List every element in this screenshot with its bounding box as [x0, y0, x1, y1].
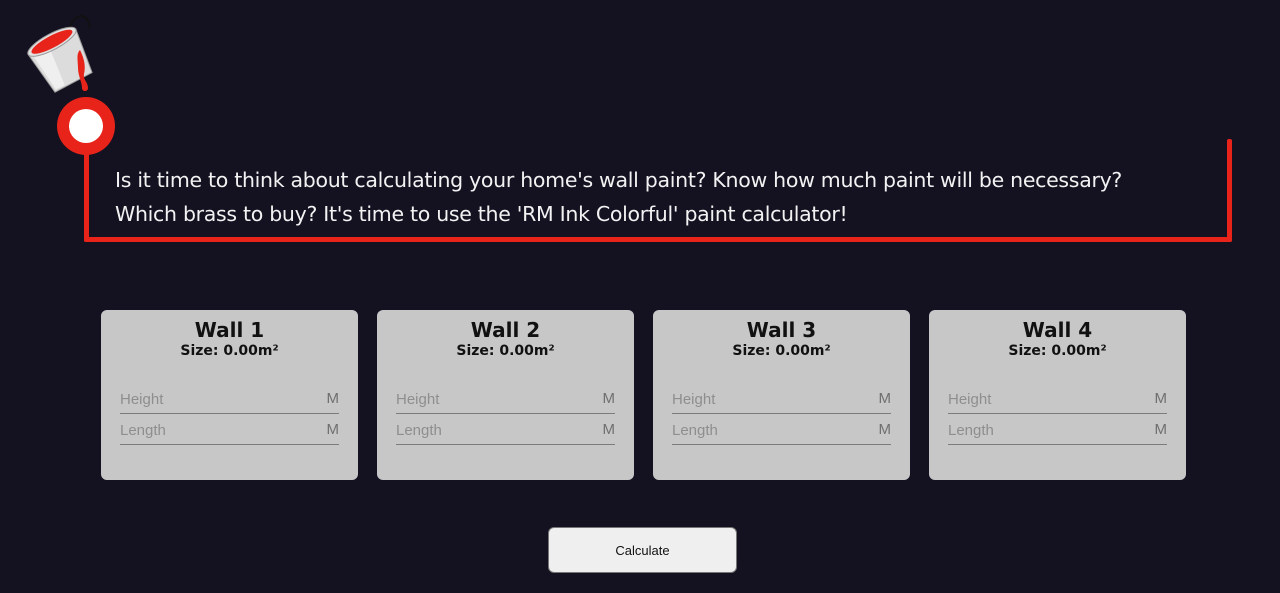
length-unit: M — [878, 421, 892, 438]
wall-title: Wall 1 — [194, 318, 265, 342]
wall-title: Wall 3 — [746, 318, 817, 342]
length-field: M — [396, 417, 615, 445]
height-input[interactable] — [672, 388, 862, 410]
drip-circle-center — [69, 109, 103, 143]
intro-line-1: Is it time to think about calculating yo… — [115, 168, 1122, 192]
height-unit: M — [326, 390, 340, 407]
height-field: M — [396, 386, 615, 414]
calculate-button[interactable]: Calculate — [548, 527, 737, 573]
height-field: M — [120, 386, 339, 414]
height-unit: M — [602, 390, 616, 407]
length-unit: M — [602, 421, 616, 438]
length-field: M — [672, 417, 891, 445]
length-input[interactable] — [120, 419, 310, 441]
wall-size: Size: 0.00m² — [180, 343, 279, 359]
height-unit: M — [1154, 390, 1168, 407]
height-input[interactable] — [948, 388, 1138, 410]
frame-line-bottom — [84, 237, 1232, 242]
wall-size: Size: 0.00m² — [456, 343, 555, 359]
length-field: M — [120, 417, 339, 445]
frame-line-right — [1227, 139, 1232, 242]
wall-card-3: Wall 3 Size: 0.00m² M M — [653, 310, 910, 480]
length-input[interactable] — [396, 419, 586, 441]
wall-size: Size: 0.00m² — [732, 343, 831, 359]
walls-container: Wall 1 Size: 0.00m² M M Wall 2 Size: 0.0… — [101, 310, 1186, 480]
length-field: M — [948, 417, 1167, 445]
drip-circle — [57, 97, 115, 155]
wall-size: Size: 0.00m² — [1008, 343, 1107, 359]
height-input[interactable] — [396, 388, 586, 410]
paint-bucket-icon — [27, 15, 93, 93]
height-field: M — [948, 386, 1167, 414]
length-unit: M — [326, 421, 340, 438]
frame-line-left — [84, 152, 89, 242]
wall-card-2: Wall 2 Size: 0.00m² M M — [377, 310, 634, 480]
wall-title: Wall 4 — [1022, 318, 1093, 342]
height-unit: M — [878, 390, 892, 407]
wall-title: Wall 2 — [470, 318, 541, 342]
page: Is it time to think about calculating yo… — [0, 0, 1280, 593]
wall-card-1: Wall 1 Size: 0.00m² M M — [101, 310, 358, 480]
intro-line-2: Which brass to buy? It's time to use the… — [115, 202, 848, 226]
length-input[interactable] — [948, 419, 1138, 441]
length-unit: M — [1154, 421, 1168, 438]
length-input[interactable] — [672, 419, 862, 441]
intro-text: Is it time to think about calculating yo… — [115, 163, 1215, 231]
height-field: M — [672, 386, 891, 414]
height-input[interactable] — [120, 388, 310, 410]
wall-card-4: Wall 4 Size: 0.00m² M M — [929, 310, 1186, 480]
